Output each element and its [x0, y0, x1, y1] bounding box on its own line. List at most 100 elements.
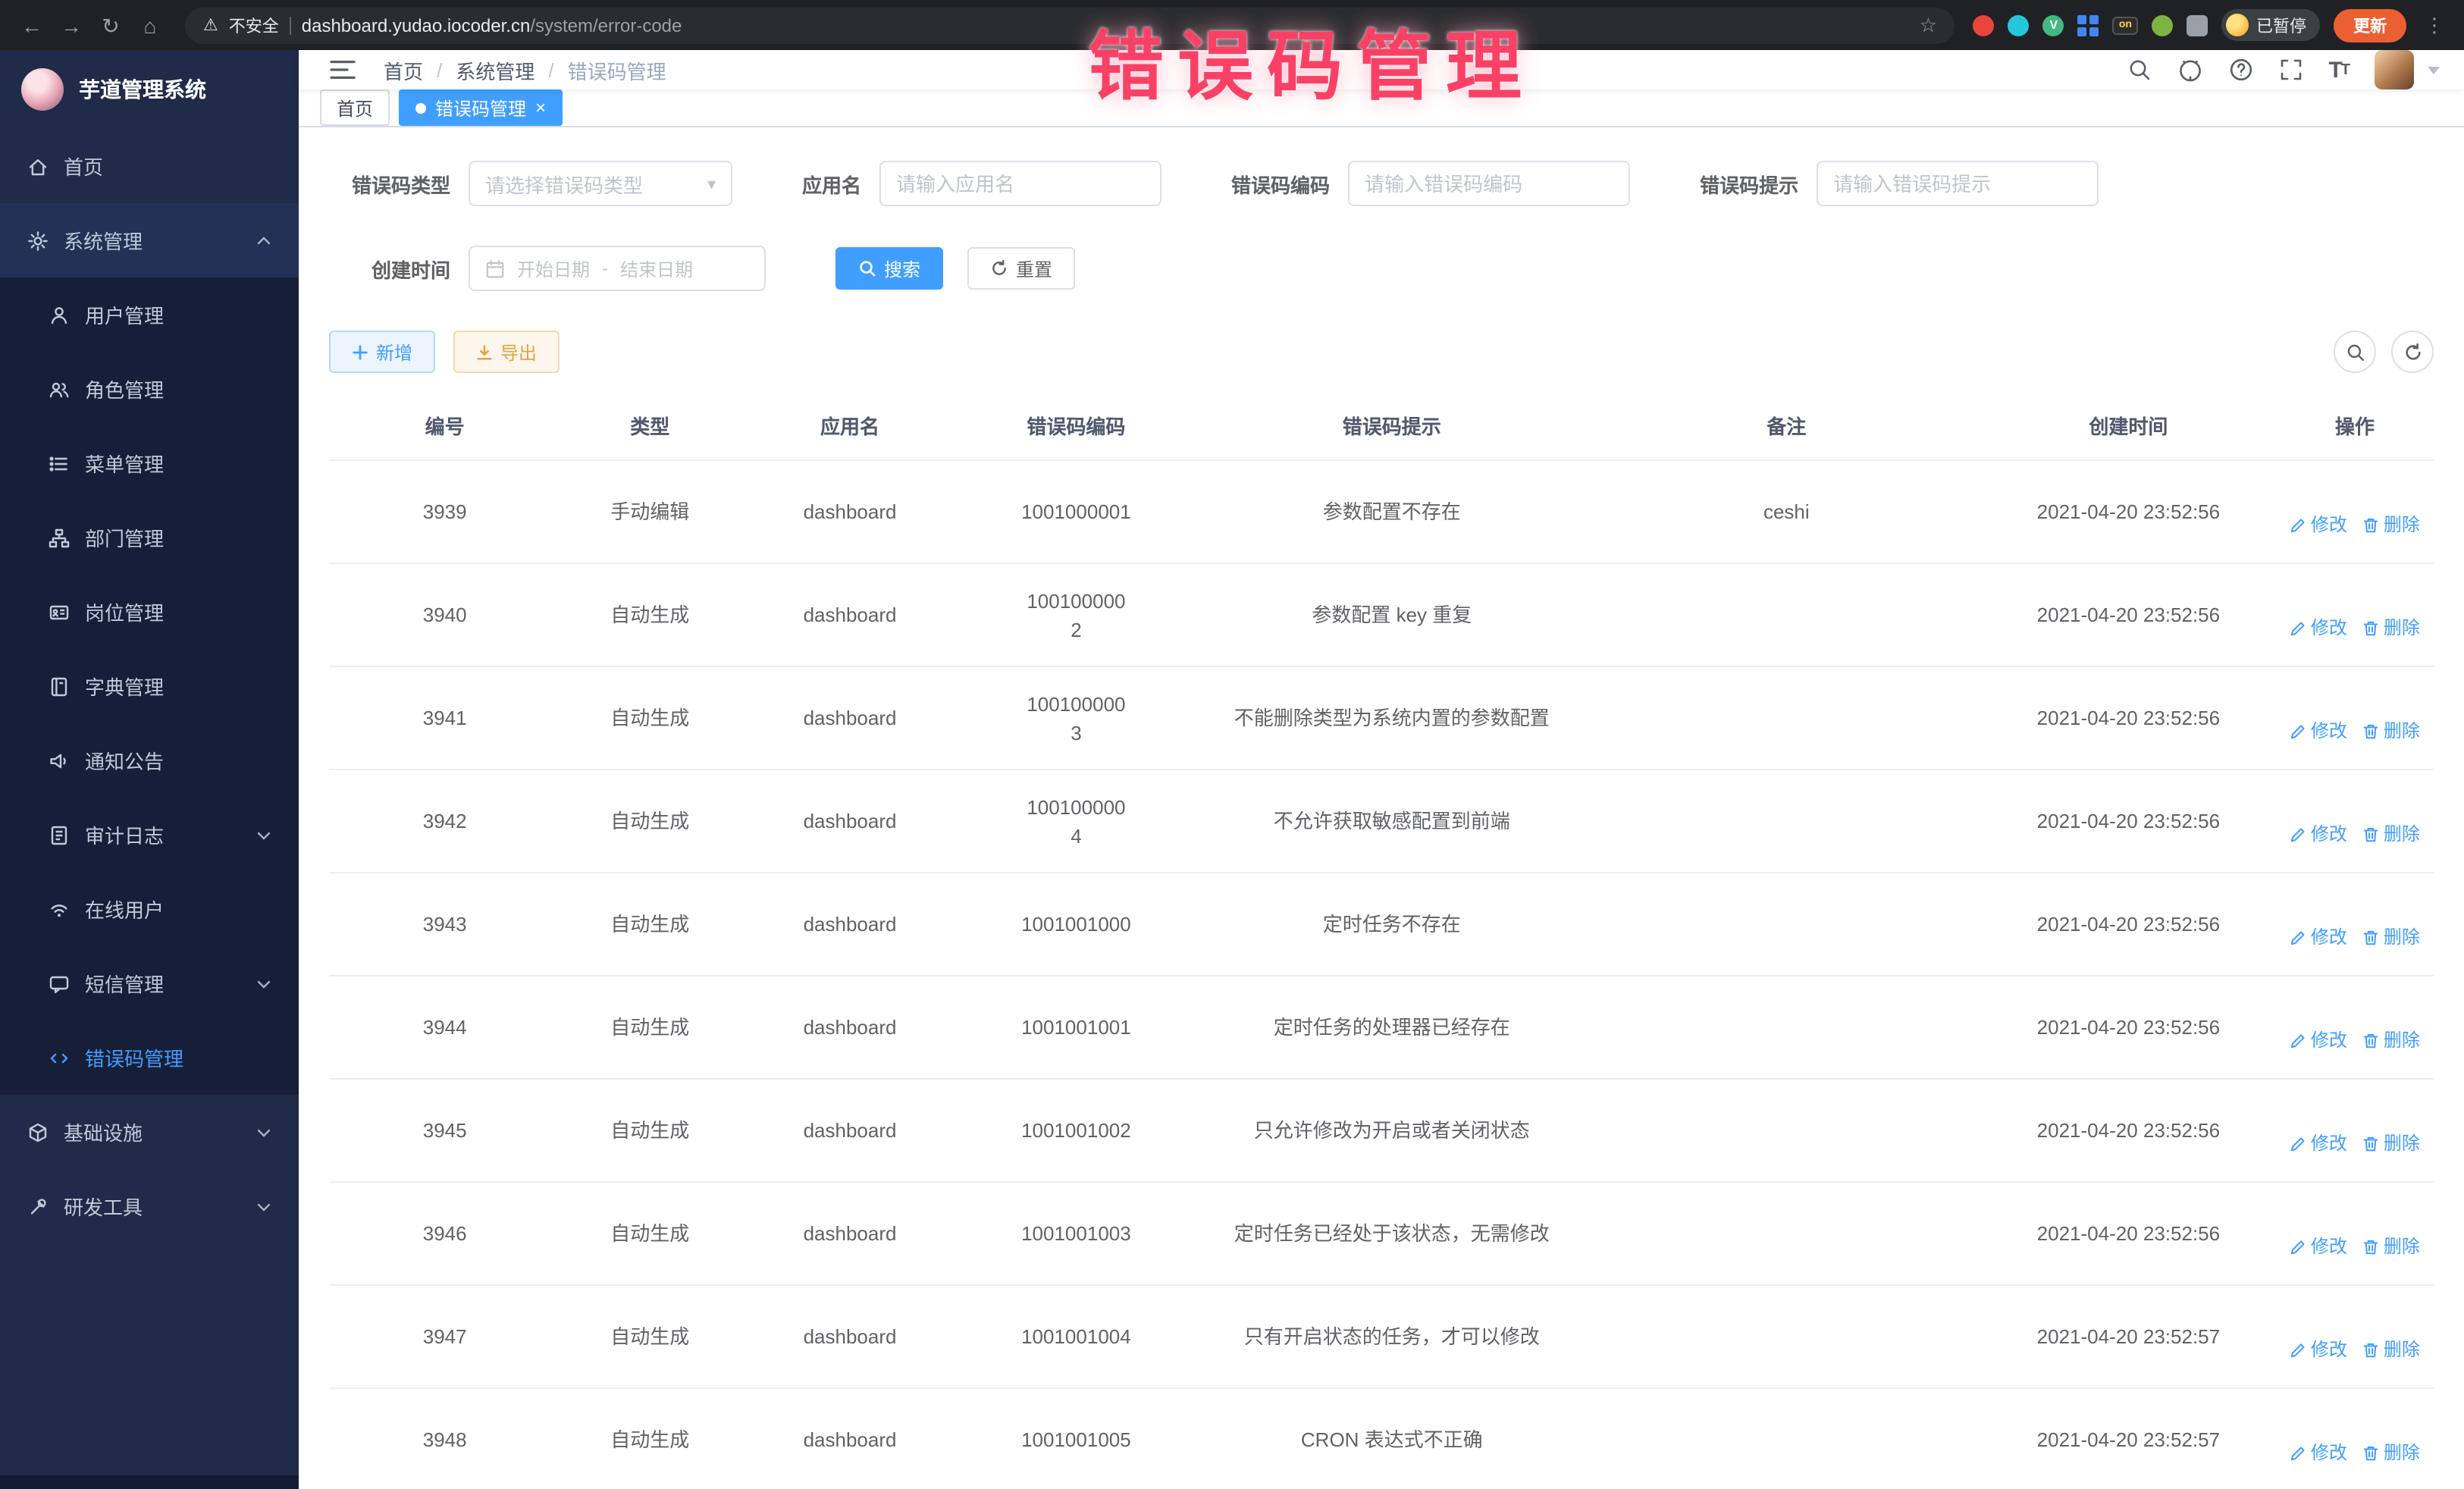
- search-icon[interactable]: [2127, 58, 2151, 82]
- cell-msg: 不能删除类型为系统内置的参数配置: [1192, 666, 1591, 770]
- search-button[interactable]: 搜索: [835, 247, 943, 290]
- hamburger-icon[interactable]: [323, 50, 362, 89]
- edit-link[interactable]: 修改: [2290, 511, 2347, 540]
- trash-icon: [2362, 1033, 2379, 1049]
- edit-link[interactable]: 修改: [2290, 1130, 2347, 1158]
- sidebar-item-sms-management[interactable]: 短信管理: [0, 946, 299, 1020]
- delete-link[interactable]: 删除: [2362, 717, 2420, 746]
- extension-green-icon[interactable]: [2152, 14, 2173, 36]
- date-range-picker[interactable]: 开始日期 - 结束日期: [469, 246, 766, 291]
- tab-home[interactable]: 首页: [320, 89, 390, 126]
- edit-link[interactable]: 修改: [2290, 717, 2347, 746]
- extension-grid-icon[interactable]: [2078, 14, 2099, 36]
- profile-paused-badge[interactable]: 已暂停: [2221, 9, 2320, 41]
- active-tab-dot: [415, 102, 426, 113]
- browser-forward-icon[interactable]: →: [55, 8, 88, 42]
- not-secure-label[interactable]: 不安全: [229, 13, 279, 37]
- browser-home-icon[interactable]: ⌂: [133, 8, 167, 42]
- home-icon: [27, 155, 49, 177]
- error-code-table: 编号 类型 应用名 错误码编码 错误码提示 备注 创建时间 操作: [329, 391, 2434, 1489]
- delete-link[interactable]: 删除: [2362, 511, 2420, 540]
- delete-link[interactable]: 删除: [2362, 923, 2420, 952]
- help-icon[interactable]: [2228, 58, 2252, 82]
- cell-code: 1001001003: [961, 1182, 1192, 1285]
- table-search-icon[interactable]: [2334, 331, 2376, 373]
- delete-link[interactable]: 删除: [2362, 1233, 2420, 1262]
- edit-link[interactable]: 修改: [2290, 614, 2347, 643]
- sidebar-item-online-users[interactable]: 在线用户: [0, 872, 299, 946]
- browser-update-button[interactable]: 更新: [2334, 8, 2406, 42]
- breadcrumb-system[interactable]: 系统管理: [456, 55, 534, 84]
- browser-menu-dots-icon[interactable]: ⋮: [2420, 13, 2449, 37]
- chevron-down-icon: [256, 977, 271, 989]
- edit-link[interactable]: 修改: [2290, 923, 2347, 952]
- delete-link[interactable]: 删除: [2362, 820, 2420, 849]
- reset-button[interactable]: 重置: [967, 247, 1075, 290]
- table-row: 3947 自动生成 dashboard 1001001004 只有开启状态的任务…: [329, 1285, 2434, 1388]
- sidebar-item-home[interactable]: 首页: [0, 129, 299, 203]
- cell-code: 100100000 4: [961, 770, 1192, 873]
- cell-id: 3941: [329, 666, 560, 770]
- sidebar-item-dept-management[interactable]: 部门管理: [0, 500, 299, 575]
- edit-link[interactable]: 修改: [2290, 1439, 2347, 1468]
- table-refresh-icon[interactable]: [2391, 331, 2434, 373]
- error-type-select[interactable]: 请选择错误码类型 ▾: [469, 161, 732, 206]
- sidebar-item-dict-management[interactable]: 字典管理: [0, 649, 299, 723]
- font-size-icon[interactable]: TT: [2328, 57, 2349, 83]
- fullscreen-icon[interactable]: [2278, 58, 2303, 82]
- sidebar-item-error-code-management[interactable]: 错误码管理: [0, 1020, 299, 1095]
- extension-teal-icon[interactable]: [2008, 14, 2030, 36]
- app-name-input[interactable]: [879, 161, 1161, 206]
- delete-link[interactable]: 删除: [2362, 1336, 2420, 1365]
- delete-link[interactable]: 删除: [2362, 614, 2420, 643]
- delete-link[interactable]: 删除: [2362, 1130, 2420, 1158]
- edit-link[interactable]: 修改: [2290, 1233, 2347, 1262]
- tab-error-code[interactable]: 错误码管理 ×: [399, 89, 563, 126]
- wifi-icon: [49, 898, 70, 920]
- add-button[interactable]: 新增: [329, 331, 435, 373]
- edit-link[interactable]: 修改: [2290, 1027, 2347, 1055]
- sidebar-item-post-management[interactable]: 岗位管理: [0, 575, 299, 649]
- user-avatar[interactable]: [2375, 50, 2414, 89]
- sidebar-item-user-management[interactable]: 用户管理: [0, 277, 299, 352]
- browser-reload-icon[interactable]: ↻: [94, 8, 127, 42]
- sidebar-item-dev-tools[interactable]: 研发工具: [0, 1169, 299, 1243]
- error-hint-input[interactable]: [1817, 161, 2099, 206]
- sidebar-item-notice[interactable]: 通知公告: [0, 723, 299, 798]
- cell-time: 2021-04-20 23:52:56: [1981, 976, 2276, 1079]
- github-icon[interactable]: [2177, 57, 2202, 83]
- cell-time: 2021-04-20 23:52:56: [1981, 770, 2276, 873]
- app-logo[interactable]: 芋道管理系统: [0, 50, 299, 129]
- cell-actions: 修改 删除: [2276, 460, 2434, 563]
- sidebar-item-role-management[interactable]: 角色管理: [0, 352, 299, 426]
- cell-code: 1001001005: [961, 1388, 1192, 1489]
- delete-link[interactable]: 删除: [2362, 1027, 2420, 1055]
- sidebar-item-infrastructure[interactable]: 基础设施: [0, 1095, 299, 1169]
- delete-link[interactable]: 删除: [2362, 1439, 2420, 1468]
- cell-type: 自动生成: [560, 770, 739, 873]
- extension-vue-icon[interactable]: V: [2043, 14, 2064, 36]
- chevron-down-icon: [256, 1200, 271, 1212]
- edit-link[interactable]: 修改: [2290, 820, 2347, 849]
- export-button[interactable]: 导出: [453, 331, 560, 373]
- bookmark-star-icon[interactable]: ☆: [1920, 13, 1937, 37]
- edit-link[interactable]: 修改: [2290, 1336, 2347, 1365]
- pencil-icon: [2290, 1033, 2306, 1049]
- org-tree-icon: [49, 527, 70, 548]
- extension-red-icon[interactable]: [1973, 14, 1995, 36]
- trash-icon: [2362, 929, 2379, 946]
- extension-on-icon[interactable]: on: [2113, 16, 2138, 34]
- cell-memo: [1592, 1285, 1982, 1388]
- address-bar[interactable]: ⚠ 不安全 dashboard.yudao.iocoder.cn/system/…: [185, 7, 1955, 43]
- sidebar-item-system-management[interactable]: 系统管理: [0, 203, 299, 277]
- sidebar-item-menu-management[interactable]: 菜单管理: [0, 426, 299, 500]
- pencil-icon: [2290, 826, 2306, 843]
- browser-back-icon[interactable]: ←: [15, 8, 49, 42]
- error-code-input[interactable]: [1348, 161, 1630, 206]
- tab-close-icon[interactable]: ×: [535, 99, 546, 117]
- cell-time: 2021-04-20 23:52:56: [1981, 563, 2276, 666]
- extension-puzzle-icon[interactable]: [2187, 14, 2208, 36]
- sidebar-item-audit-log[interactable]: 审计日志: [0, 798, 299, 872]
- breadcrumb-home[interactable]: 首页: [384, 55, 423, 84]
- date-separator: -: [602, 258, 608, 279]
